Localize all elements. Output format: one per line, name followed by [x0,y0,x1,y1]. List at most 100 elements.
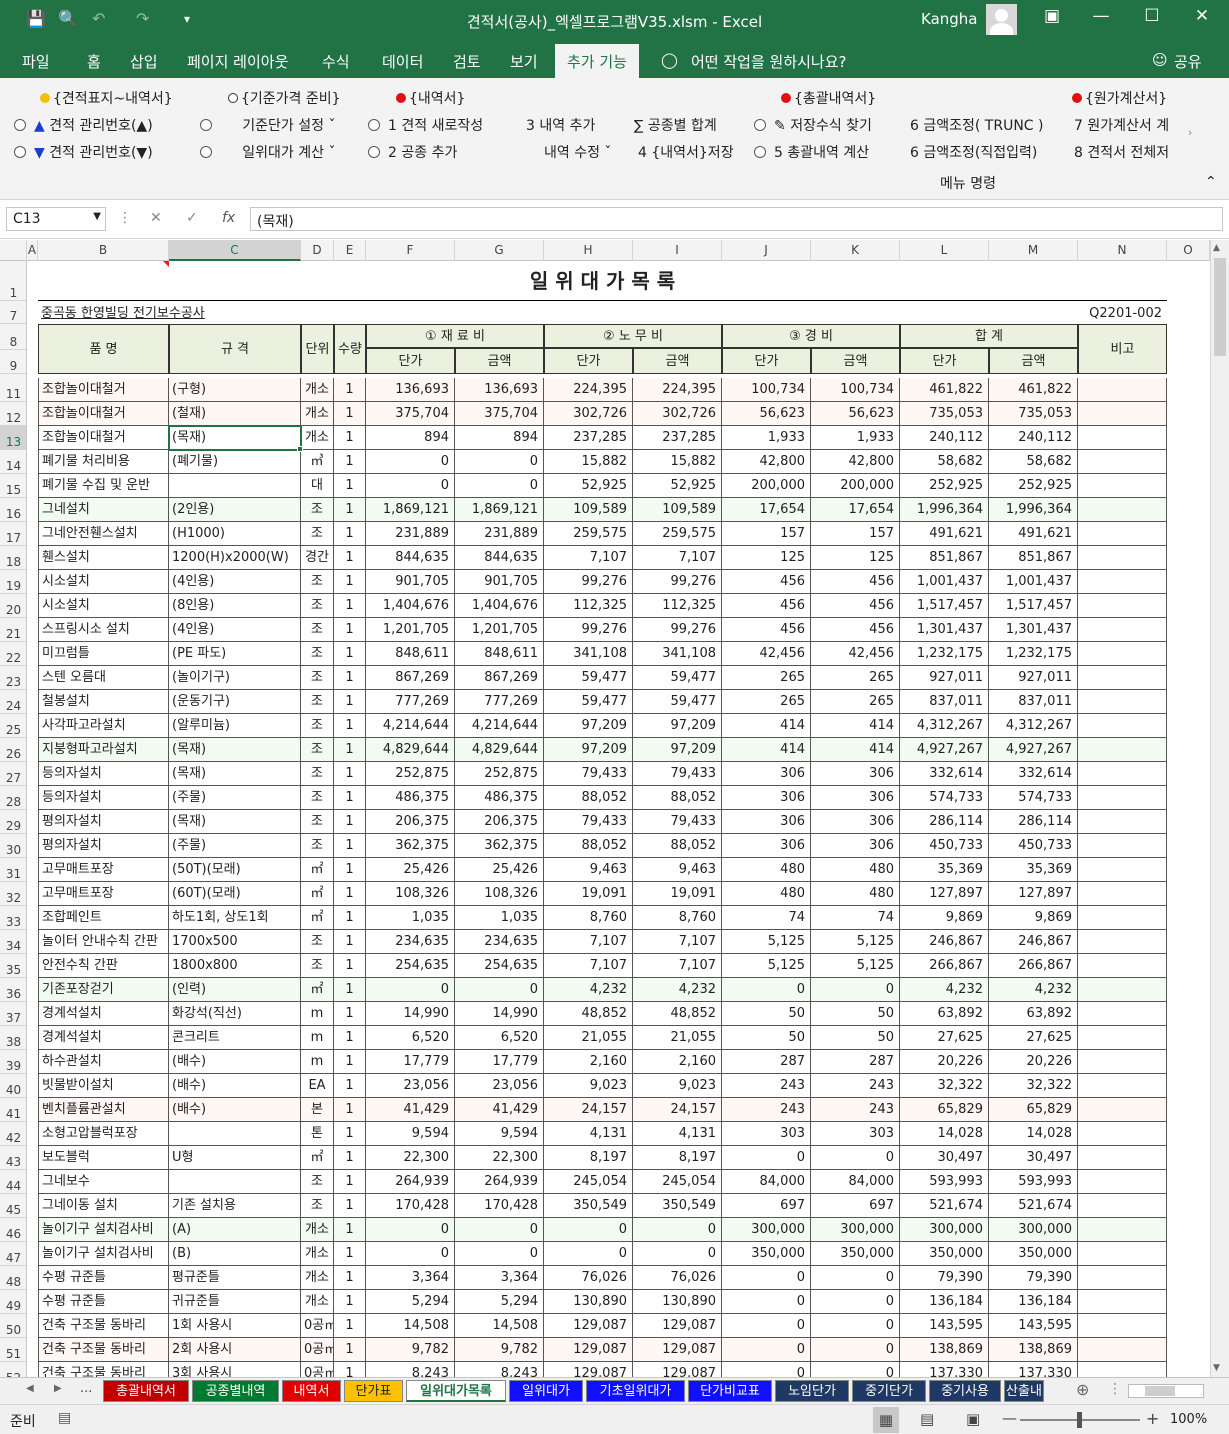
cell-material-amount[interactable]: 867,269 [455,666,544,689]
cell-labor-price[interactable]: 52,925 [544,474,633,497]
table-row[interactable]: 폐기물 수집 및 운반 대 1 0 0 52,925 52,925 200,000 200,00… [38,474,1167,498]
cell-expense-amount[interactable]: 0 [811,1362,900,1377]
cell-material-price[interactable]: 486,375 [366,786,455,809]
cell-total-price[interactable]: 350,000 [900,1242,989,1265]
cell-note[interactable] [1078,810,1167,833]
row-header-39[interactable]: 39 [0,1050,26,1074]
cell-spec[interactable] [169,1170,301,1193]
document-number[interactable]: Q2201-002 [1027,304,1167,324]
cell-labor-price[interactable]: 350,549 [544,1194,633,1217]
enter-icon[interactable]: ✓ [186,210,198,226]
cell-qty[interactable]: 1 [334,954,366,977]
cell-item-name[interactable]: 고무매트포장 [38,882,169,905]
cell-material-price[interactable]: 0 [366,978,455,1001]
cell-material-amount[interactable]: 1,035 [455,906,544,929]
cell-qty[interactable]: 1 [334,1218,366,1241]
cell-unit[interactable]: 조 [301,666,334,689]
row-header-20[interactable]: 20 [0,594,26,618]
cell-material-price[interactable]: 4,214,644 [366,714,455,737]
cell-expense-price[interactable]: 5,125 [722,930,811,953]
cell-labor-price[interactable]: 59,477 [544,690,633,713]
cell-material-price[interactable]: 362,375 [366,834,455,857]
cell-spec[interactable]: 3회 사용시 [169,1362,301,1377]
cell-material-price[interactable]: 234,635 [366,930,455,953]
cell-expense-price[interactable]: 414 [722,738,811,761]
row-header-40[interactable]: 40 [0,1074,26,1098]
cell-item-name[interactable]: 조합페인트 [38,906,169,929]
cell-total-amount[interactable]: 143,595 [989,1314,1078,1337]
row-header-48[interactable]: 48 [0,1266,26,1290]
cell-material-price[interactable]: 1,869,121 [366,498,455,521]
close-icon[interactable]: ✕ [1182,6,1222,26]
cell-expense-amount[interactable]: 456 [811,594,900,617]
cell-total-amount[interactable]: 1,301,437 [989,618,1078,641]
cell-unit[interactable]: 0공㎥ [301,1314,334,1337]
cell-total-amount[interactable]: 1,517,457 [989,594,1078,617]
table-row[interactable]: 시소설치 (8인용) 조 1 1,404,676 1,404,676 112,325 112,… [38,594,1167,618]
cell-note[interactable] [1078,402,1167,425]
cell-expense-amount[interactable]: 306 [811,810,900,833]
cell-labor-price[interactable]: 21,055 [544,1026,633,1049]
cell-note[interactable] [1078,594,1167,617]
cell-total-price[interactable]: 137,330 [900,1362,989,1377]
cell-expense-amount[interactable]: 306 [811,834,900,857]
cell-labor-price[interactable]: 15,882 [544,450,633,473]
project-name[interactable]: 중곡동 한영빌딩 전기보수공사 [38,304,338,324]
sheet-tab[interactable]: 중기단가 [852,1380,926,1402]
cell-labor-price[interactable]: 4,131 [544,1122,633,1145]
cell-total-price[interactable]: 927,011 [900,666,989,689]
cell-item-name[interactable]: 조합놀이대철거 [38,378,169,401]
cell-material-price[interactable]: 1,201,705 [366,618,455,641]
cell-total-amount[interactable]: 4,927,267 [989,738,1078,761]
cell-note[interactable] [1078,498,1167,521]
cell-expense-amount[interactable]: 414 [811,738,900,761]
row-header-8[interactable]: 8 [0,324,26,350]
cell-qty[interactable]: 1 [334,1266,366,1289]
cell-unit[interactable]: 본 [301,1098,334,1121]
row-header-41[interactable]: 41 [0,1098,26,1122]
table-row[interactable]: 고무매트포장 (50T)(모래) ㎡ 1 25,426 25,426 9,463 9,463 4… [38,858,1167,882]
cell-expense-amount[interactable]: 0 [811,1338,900,1361]
cell-total-price[interactable]: 574,733 [900,786,989,809]
cell-note[interactable] [1078,522,1167,545]
more-sheets-icon[interactable]: ... [80,1381,92,1396]
cell-labor-amount[interactable]: 4,232 [633,978,722,1001]
table-row[interactable]: 그네이동 설치 기존 설치용 조 1 170,428 170,428 350,549 350,… [38,1194,1167,1218]
cell-qty[interactable]: 1 [334,930,366,953]
cell-item-name[interactable]: 놀이터 안내수칙 간판 [38,930,169,953]
cell-note[interactable] [1078,642,1167,665]
cell-material-price[interactable]: 0 [366,474,455,497]
cell-item-name[interactable]: 스프링시소 설치 [38,618,169,641]
cell-unit[interactable]: 경간 [301,546,334,569]
cell-spec[interactable]: (50T)(모래) [169,858,301,881]
cell-total-price[interactable]: 4,927,267 [900,738,989,761]
cell-expense-amount[interactable]: 5,125 [811,954,900,977]
row-header-34[interactable]: 34 [0,930,26,954]
next-sheet-icon[interactable]: ▶ [54,1383,62,1394]
zoom-level[interactable]: 100% [1170,1412,1207,1427]
cell-item-name[interactable]: 하수관설치 [38,1050,169,1073]
cell-total-price[interactable]: 58,682 [900,450,989,473]
cell-item-name[interactable]: 수평 규준틀 [38,1290,169,1313]
sheet-tab[interactable]: 단가표 [344,1380,403,1402]
cell-unit[interactable]: 개소 [301,1218,334,1241]
row-header-12[interactable]: 12 [0,402,26,426]
row-header-17[interactable]: 17 [0,522,26,546]
cell-material-price[interactable]: 136,693 [366,378,455,401]
table-row[interactable]: 건축 구조물 동바리 1회 사용시 0공㎥ 1 14,508 14,508 129,087 1… [38,1314,1167,1338]
cell-expense-price[interactable]: 306 [722,810,811,833]
cell-item-name[interactable]: 건축 구조물 동바리 [38,1362,169,1377]
column-header-l[interactable]: L [900,240,989,261]
cell-item-name[interactable]: 경계석설치 [38,1026,169,1049]
cell-spec[interactable]: (폐기물) [169,450,301,473]
cell-total-price[interactable]: 138,869 [900,1338,989,1361]
cell-spec[interactable]: (60T)(모래) [169,882,301,905]
cell-expense-amount[interactable]: 306 [811,762,900,785]
cell-material-amount[interactable]: 1,404,676 [455,594,544,617]
cell-expense-amount[interactable]: 265 [811,666,900,689]
cell-expense-amount[interactable]: 306 [811,786,900,809]
cell-total-amount[interactable]: 240,112 [989,426,1078,449]
cell-qty[interactable]: 1 [334,570,366,593]
cell-item-name[interactable]: 조합놀이대철거 [38,402,169,425]
cell-material-price[interactable]: 170,428 [366,1194,455,1217]
